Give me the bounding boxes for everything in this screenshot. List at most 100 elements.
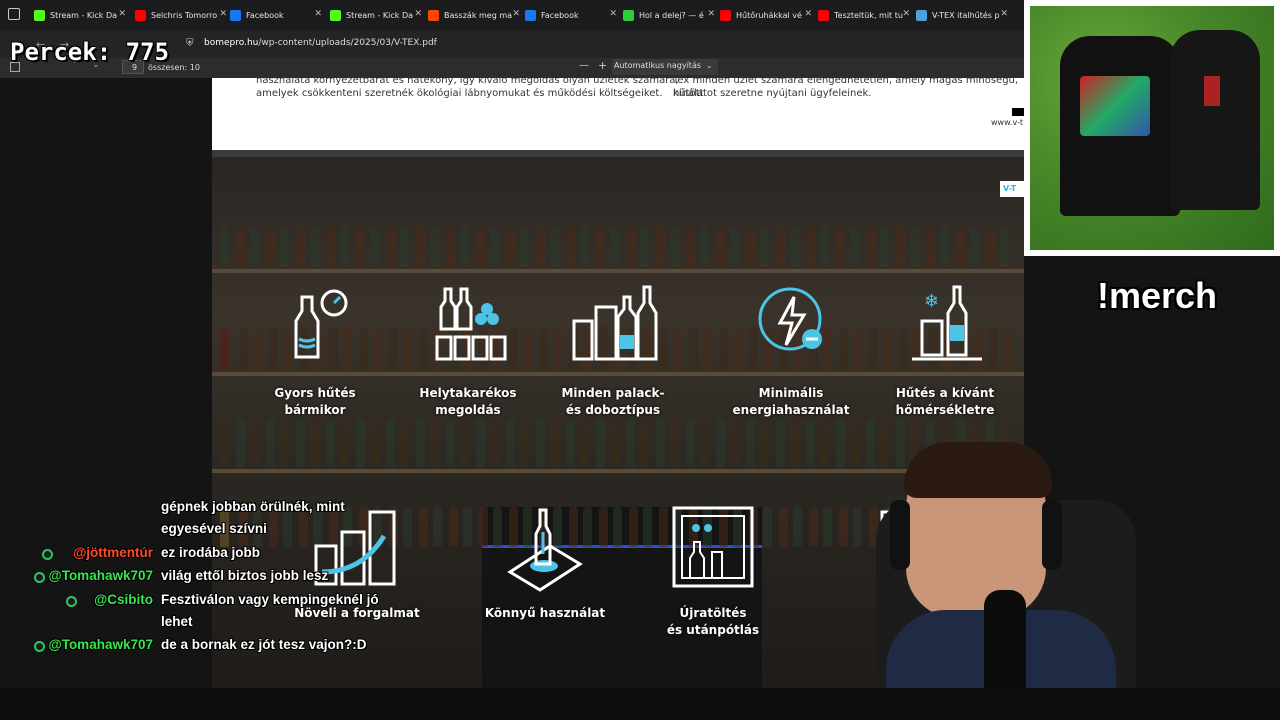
tab-6[interactable]: Hol a delej? — é ✕ (623, 4, 715, 26)
shelf-bottle (793, 507, 802, 547)
hoodie-print (1080, 76, 1150, 136)
snowflake-bottle-icon: ❄ (912, 285, 982, 361)
zoom-in-icon[interactable]: + (598, 59, 607, 72)
chat-overlay: gépnek jobban örülnék, mint egyesével szí… (0, 475, 400, 685)
chat-username[interactable]: @Tomahawk707 (49, 637, 153, 652)
tab-8[interactable]: Teszteltük, mit tu ✕ (818, 4, 910, 26)
close-icon[interactable]: ✕ (1000, 9, 1008, 19)
tab-label: Facebook (541, 10, 579, 20)
chat-username[interactable]: @Csibito (94, 592, 153, 607)
close-icon[interactable]: ✕ (707, 9, 715, 19)
bottom-bar (0, 688, 1280, 720)
shelf-bottle (370, 227, 379, 267)
shelf-bottle (673, 327, 682, 369)
chevron-down-icon: ⌄ (706, 61, 713, 70)
tab-9[interactable]: V-TEX italhűtés p ✕ (916, 4, 1008, 26)
shelf-bottle (566, 419, 575, 467)
feature-line1: Helytakarékos (419, 386, 517, 400)
close-icon[interactable]: ✕ (118, 9, 126, 19)
feature-line1: Hűtés a kívánt (895, 386, 995, 400)
right-col-line2: kínálatot szeretne nyújtani ügyfeleinek. (673, 88, 872, 99)
shelf-bottle (640, 227, 649, 267)
shelf-bottle (760, 227, 769, 267)
close-icon[interactable]: ✕ (314, 9, 322, 19)
shelf-bottle (253, 327, 262, 369)
feature-label: Minimális energiahasználat (716, 385, 866, 419)
shelf-bottle (733, 327, 742, 369)
shelf-bottle (220, 419, 229, 467)
shelf-bottle (310, 419, 319, 467)
shelf-bottle (626, 419, 635, 467)
shelf-bottle (730, 227, 739, 267)
close-icon[interactable]: ✕ (902, 9, 910, 19)
shelf-bottle (853, 327, 862, 369)
shelf-bottle (596, 419, 605, 467)
close-icon[interactable]: ✕ (219, 9, 227, 19)
close-icon[interactable]: ✕ (512, 9, 520, 19)
tab-2[interactable]: Facebook ✕ (230, 4, 322, 26)
url-field[interactable]: bomepro.hu/wp-content/uploads/2025/03/V-… (204, 38, 437, 48)
tab-label: Hűtőruhákkal vé (736, 10, 802, 20)
shelf-bottle (686, 419, 695, 467)
close-icon[interactable]: ✕ (414, 9, 422, 19)
bottle-pad-icon (507, 508, 583, 592)
shelf-bottle (430, 419, 439, 467)
shelf-bottle (446, 227, 455, 267)
shelf-bottle (730, 419, 739, 467)
shelf-bottle (416, 227, 425, 267)
shelf-bottle (476, 227, 485, 267)
shelf-bottle (403, 327, 412, 369)
vtex-badge: V-T (1000, 181, 1024, 197)
close-icon[interactable]: ✕ (609, 9, 617, 19)
tab-3[interactable]: Stream - Kick Da ✕ (330, 4, 422, 26)
shelf-bottle (523, 327, 532, 369)
chat-text: gépnek jobban örülnék, mint (161, 499, 345, 514)
tab-1[interactable]: Selchris Tomorro ✕ (135, 4, 227, 26)
chat-username[interactable]: @jöttmentúr (73, 545, 153, 560)
shelf-bottle (626, 227, 635, 267)
shelf-bottle (370, 419, 379, 467)
close-icon[interactable]: ✕ (804, 9, 812, 19)
shelf-bottle (280, 419, 289, 467)
shelf-bottle (416, 419, 425, 467)
chat-badge-icon (41, 549, 53, 560)
shelf-bottle (719, 327, 728, 369)
kick-icon (34, 9, 45, 21)
fridge-icon (672, 506, 754, 588)
chat-text: lehet (161, 614, 193, 629)
feature-line1: Gyors hűtés (274, 386, 356, 400)
shelf-bottle (806, 419, 815, 467)
zoom-out-icon[interactable]: — (579, 60, 589, 71)
shelf-bottle (869, 327, 878, 369)
shelf-bottle (373, 327, 382, 369)
shelf-bottle (460, 227, 469, 267)
tab-7[interactable]: Hűtőruhákkal vé ✕ (720, 4, 812, 26)
shelf-bottle (689, 327, 698, 369)
kick-icon (330, 9, 341, 21)
feature-label: Hűtés a kívánt hőmérsékletre (870, 385, 1020, 419)
shelf-bottle (629, 507, 638, 547)
tab-0[interactable]: Stream - Kick Da ✕ (34, 4, 126, 26)
shelf-bottle (536, 419, 545, 467)
shelf-bottle (779, 507, 788, 547)
shelf-bottle (850, 227, 859, 267)
youtube-icon (720, 9, 731, 21)
chat-text: de a bornak ez jót tesz vajon?:D (161, 637, 367, 652)
shelf-bottle (340, 419, 349, 467)
shelf-bottle (566, 227, 575, 267)
tab-4[interactable]: Basszák meg ma ✕ (428, 4, 520, 26)
shelf-bottle (910, 227, 919, 267)
shelf-bottle (763, 507, 772, 547)
feature-line2: megoldás (435, 403, 501, 417)
chat-username[interactable]: @Tomahawk707 (49, 568, 153, 583)
tab-label: Basszák meg ma (444, 10, 513, 20)
zoom-value: Automatikus nagyítás (614, 61, 702, 70)
chat-badge-icon (33, 641, 45, 652)
stacked-bottles-icon (435, 287, 507, 361)
tab-overview-icon[interactable] (8, 8, 20, 20)
headphones-right (1042, 500, 1062, 570)
feature-line1: Minimális (758, 386, 824, 400)
left-col-line2: amelyek csökkenteni szeretnék ökológiai … (256, 88, 663, 99)
shelf-bottle (596, 227, 605, 267)
tab-5[interactable]: Facebook ✕ (525, 4, 617, 26)
